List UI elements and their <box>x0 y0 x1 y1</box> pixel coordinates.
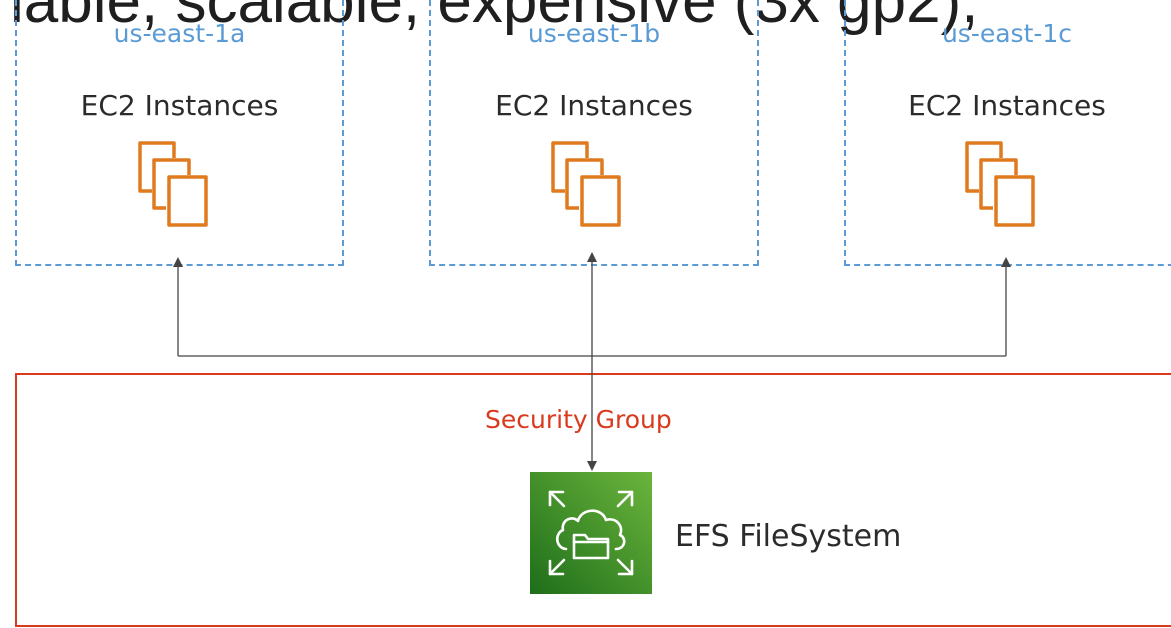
connector-arrows <box>173 252 1011 471</box>
